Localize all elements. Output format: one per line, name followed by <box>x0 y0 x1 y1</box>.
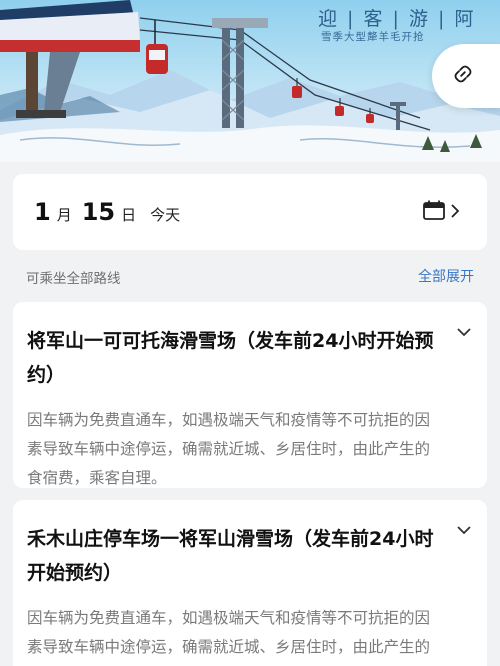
date-month-unit: 月 <box>56 205 72 224</box>
promo-banner[interactable]: 迎 | 客 | 游 | 阿 雪季大型犛羊毛开抢 <box>0 0 500 162</box>
route-description: 因车辆为免费直通车，如遇极端天气和疫情等不可抗拒的因素导致车辆中途停运，确需就近… <box>27 609 431 656</box>
route-title: 将军山一可可托海滑雪场（发车前24小时开始预约） <box>27 330 434 386</box>
route-description: 因车辆为免费直通车，如遇极端天气和疫情等不可抗拒的因素导致车辆中途停运，确需就近… <box>27 411 431 487</box>
date-day-unit: 日 <box>121 205 137 224</box>
calendar-icon <box>423 200 445 224</box>
chevron-down-icon[interactable] <box>455 324 473 338</box>
date-month: 1 <box>34 198 51 226</box>
banner-title: 迎 | 客 | 游 | 阿 <box>318 8 476 30</box>
route-card[interactable]: 禾木山庄停车场一将军山滑雪场（发车前24小时开始预约） 因车辆为免费直通车，如遇… <box>13 500 487 666</box>
route-title: 禾木山庄停车场一将军山滑雪场（发车前24小时开始预约） <box>27 528 434 584</box>
date-selector[interactable]: 1 月 15 日 今天 <box>13 174 487 250</box>
page: 迎 | 客 | 游 | 阿 雪季大型犛羊毛开抢 1 月 15 日 今天 可乘坐全… <box>0 0 500 666</box>
all-routes-label: 可乘坐全部路线 <box>26 271 121 287</box>
date-relative-label: 今天 <box>150 205 181 224</box>
route-card[interactable]: 将军山一可可托海滑雪场（发车前24小时开始预约） 因车辆为免费直通车，如遇极端天… <box>13 302 487 488</box>
calendar-picker-button[interactable] <box>423 199 463 225</box>
banner-subtitle: 雪季大型犛羊毛开抢 <box>321 31 425 43</box>
chevron-right-icon <box>451 203 460 222</box>
date-day: 15 <box>81 198 116 226</box>
link-icon <box>452 63 474 89</box>
chevron-down-icon[interactable] <box>455 522 473 536</box>
expand-all-link[interactable]: 全部展开 <box>418 266 474 286</box>
share-link-button[interactable] <box>432 44 500 108</box>
